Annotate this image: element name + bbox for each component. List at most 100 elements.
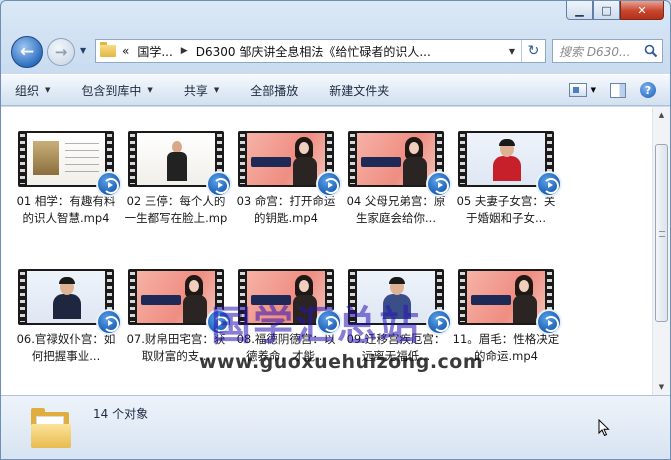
arrow-right-icon: →: [54, 43, 68, 61]
file-item[interactable]: 02 三停：每个人的一生都写在脸上.mp4: [121, 127, 232, 245]
forward-button[interactable]: →: [47, 38, 75, 66]
breadcrumb-item-1[interactable]: 国学...: [137, 43, 172, 60]
file-item[interactable]: 05 夫妻子女宫：关于婚姻和子女...: [451, 127, 562, 245]
file-item[interactable]: 01 相学：有趣有料的识人智慧.mp4: [11, 127, 122, 245]
media-player-icon: [206, 171, 232, 197]
change-view-button[interactable]: ▼: [568, 83, 596, 97]
thumbnail-frame: [27, 271, 105, 323]
chevron-down-icon: ▼: [147, 86, 153, 94]
new-folder-button[interactable]: 新建文件夹: [329, 82, 389, 99]
thumbnail-frame: [247, 133, 325, 185]
include-in-library-menu[interactable]: 包含到库中 ▼: [81, 82, 152, 99]
maximize-button[interactable]: □: [593, 1, 620, 20]
file-name: 05 夫妻子女宫：关于婚姻和子女...: [456, 194, 556, 225]
video-thumbnail: [458, 269, 562, 335]
thumbnail-title-band: [361, 157, 401, 167]
media-player-icon: [96, 171, 122, 197]
chevron-down-icon: ▼: [590, 86, 596, 94]
thumbnail-frame: [137, 133, 215, 185]
watermark-text: 国学汇总站: [211, 303, 421, 349]
organize-menu[interactable]: 组织 ▼: [15, 82, 50, 99]
file-list: 01 相学：有趣有料的识人智慧.mp4 02 三停：每个人的一生都写在脸上.mp…: [1, 107, 652, 395]
video-thumbnail: [128, 131, 232, 197]
thumbnail-figure: [403, 137, 427, 185]
back-button[interactable]: ←: [11, 36, 43, 68]
caption-buttons: ▁ □ ✕: [566, 1, 664, 20]
preview-pane-icon[interactable]: [610, 82, 626, 98]
video-thumbnail: [238, 131, 342, 197]
search-icon[interactable]: [644, 44, 658, 58]
chevron-down-icon: ▼: [80, 46, 87, 55]
vertical-scrollbar[interactable]: ▲ ▼: [652, 107, 670, 395]
media-player-icon: [426, 171, 452, 197]
watermark-url: www.guoxuehuizong.com: [199, 351, 484, 373]
folder-icon: [100, 42, 116, 57]
thumbnail-figure: [513, 275, 537, 323]
thumbnail-figure: [493, 139, 521, 181]
chevron-down-icon: ▼: [45, 86, 51, 94]
thumbnail-frame: [357, 133, 435, 185]
thumbnail-title-band: [471, 295, 511, 305]
search-input[interactable]: 搜索 D630...: [552, 39, 663, 63]
thumbnail-text-lines: [65, 143, 99, 173]
video-thumbnail: [128, 269, 232, 335]
breadcrumb-item-2[interactable]: D6300 邹庆讲全息相法《给忙碌者的识人...: [196, 43, 431, 60]
item-count: 14 个对象: [93, 407, 149, 421]
thumbnail-title-band: [251, 157, 291, 167]
thumbnail-frame: [467, 133, 545, 185]
file-name: 03 命宫：打开命运的钥匙.mp4: [236, 194, 336, 225]
video-thumbnail: [348, 131, 452, 197]
arrow-left-icon: ←: [19, 42, 35, 62]
command-bar: 组织 ▼ 包含到库中 ▼ 共享 ▼ 全部播放 新建文件夹 ▼ ?: [1, 74, 670, 106]
file-name: 02 三停：每个人的一生都写在脸上.mp4: [124, 194, 228, 225]
close-button[interactable]: ✕: [620, 1, 664, 20]
share-label: 共享: [183, 83, 208, 98]
file-item[interactable]: 06.官禄奴仆宫：如何把握事业...: [11, 265, 122, 383]
thumbnail-title-band: [141, 295, 181, 305]
help-icon[interactable]: ?: [640, 82, 656, 98]
file-name: 04 父母兄弟宫：原生家庭会给你...: [346, 194, 446, 225]
address-bar[interactable]: « 国学... ▶ D6300 邹庆讲全息相法《给忙碌者的识人... ▼ ↻: [95, 39, 546, 63]
view-controls: ▼ ?: [568, 82, 656, 98]
video-thumbnail: [458, 131, 562, 197]
address-dropdown-icon[interactable]: ▼: [503, 47, 521, 56]
thumbnail-figure: [33, 141, 59, 175]
scrollbar-thumb[interactable]: [655, 144, 668, 322]
media-player-icon: [536, 309, 562, 335]
play-all-label: 全部播放: [250, 83, 299, 98]
scroll-down-icon[interactable]: ▼: [653, 379, 670, 395]
file-name: 01 相学：有趣有料的识人智慧.mp4: [16, 194, 116, 225]
breadcrumb-overflow[interactable]: «: [122, 44, 129, 58]
file-item[interactable]: 04 父母兄弟宫：原生家庭会给你...: [341, 127, 452, 245]
media-player-icon: [536, 171, 562, 197]
scroll-up-icon[interactable]: ▲: [653, 107, 670, 123]
video-thumbnail: [18, 131, 122, 197]
media-player-icon: [426, 309, 452, 335]
mouse-cursor-icon: [598, 419, 610, 437]
search-placeholder: 搜索 D630...: [559, 44, 631, 59]
video-thumbnail: [18, 269, 122, 335]
include-in-library-label: 包含到库中: [81, 83, 142, 98]
minimize-button[interactable]: ▁: [566, 1, 593, 20]
thumbnail-figure: [167, 141, 187, 181]
recent-pages-dropdown[interactable]: ▼: [80, 46, 86, 55]
folder-icon: [31, 408, 71, 448]
refresh-icon[interactable]: ↻: [521, 40, 545, 62]
thumbnail-frame: [27, 133, 105, 185]
breadcrumb-separator-icon[interactable]: ▶: [181, 46, 188, 56]
play-all-button[interactable]: 全部播放: [250, 82, 298, 99]
thumbnail-figure: [53, 277, 81, 319]
organize-label: 组织: [15, 83, 40, 98]
file-name: 06.官禄奴仆宫：如何把握事业...: [16, 332, 116, 363]
chevron-down-icon: ▼: [213, 86, 220, 94]
grip-icon: [659, 231, 665, 237]
share-menu[interactable]: 共享 ▼: [184, 82, 219, 99]
thumbnail-frame: [137, 271, 215, 323]
file-item[interactable]: 03 命宫：打开命运的钥匙.mp4: [231, 127, 342, 245]
address-controls: ▼ ↻: [503, 40, 545, 62]
thumbnail-frame: [467, 271, 545, 323]
new-folder-label: 新建文件夹: [329, 83, 390, 98]
media-player-icon: [316, 171, 342, 197]
explorer-window: ▁ □ ✕ ← → ▼ « 国学... ▶ D6300 邹庆讲全息相法《给忙碌者…: [0, 0, 671, 460]
thumbnail-figure: [293, 137, 317, 185]
